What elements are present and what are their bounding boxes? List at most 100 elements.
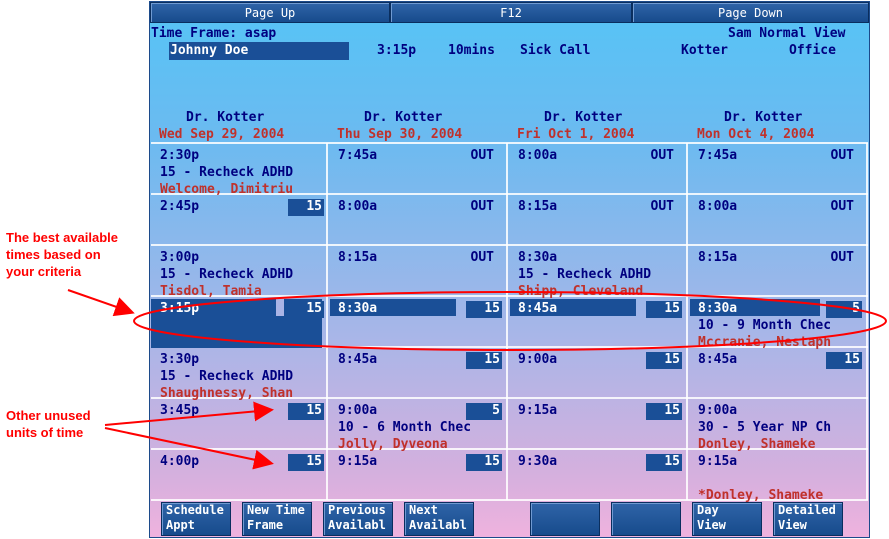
function-key-line: View (778, 518, 807, 532)
unit-count-badge: 5 (466, 403, 502, 420)
function-key-line: View (697, 518, 726, 532)
slot-time: 8:15a (338, 250, 378, 265)
top-toolbar: Page Up F12 Page Down (150, 2, 869, 23)
unit-count-badge: 15 (646, 301, 682, 318)
column-date: Wed Sep 29, 2004 (159, 127, 285, 142)
previous-available-button[interactable]: Previous Availabl (323, 502, 393, 536)
function-key-line: Day (697, 503, 719, 517)
blank-function-key[interactable] (611, 502, 681, 536)
slot-time: 3:15p (160, 301, 200, 316)
time-slot[interactable]: 8:15a OUT (688, 246, 866, 295)
annotation-line: your criteria (6, 264, 82, 279)
time-slot[interactable]: 8:15a OUT (328, 246, 506, 295)
slot-time: 8:45a (698, 352, 738, 367)
time-slot[interactable]: 7:45a OUT (328, 144, 506, 193)
time-slot[interactable]: 9:00a 30 - 5 Year NP Ch Donley, Shameke (688, 399, 866, 451)
annotation-line: units of time (6, 425, 84, 440)
patient-name-field[interactable]: Johnny Doe (169, 42, 349, 60)
slot-time: 8:00a (338, 199, 378, 214)
slot-time: 7:45a (338, 148, 378, 163)
time-slot[interactable]: 7:45a OUT (688, 144, 866, 193)
function-key-line: Appt (166, 518, 195, 532)
function-key-line: Frame (247, 518, 284, 532)
slot-time: 9:15a (338, 454, 378, 469)
annotation-unused-units: Other unused units of time (6, 407, 91, 441)
appointment-type: 10 - 9 Month Chec (698, 318, 832, 333)
slot-time: 8:30a (518, 250, 558, 265)
view-name-label: Sam Normal View (728, 26, 846, 41)
schedule-appt-button[interactable]: Schedule Appt (161, 502, 231, 536)
time-slot[interactable]: 4:00p 15 (150, 450, 328, 499)
function-key-line: Schedule (166, 503, 224, 517)
appointment-patient: Mccranie, Nestaph (698, 335, 832, 349)
slot-time: 8:30a (698, 301, 738, 316)
slot-status: OUT (830, 148, 854, 163)
next-available-button[interactable]: Next Availabl (404, 502, 474, 536)
slot-status: OUT (650, 199, 674, 214)
column-doctor: Dr. Kotter (724, 110, 803, 125)
slot-time: 8:00a (518, 148, 558, 163)
slot-status: OUT (470, 199, 494, 214)
request-duration: 10mins (448, 43, 495, 58)
slot-time: 8:00a (698, 199, 738, 214)
annotation-best-times: The best available times based on your c… (6, 229, 118, 280)
time-slot[interactable]: 8:00a OUT (328, 195, 506, 244)
request-provider: Kotter (681, 43, 728, 58)
slot-time: 9:15a (518, 403, 558, 418)
appointment-type: 15 - Recheck ADHD (160, 165, 294, 180)
unit-count-badge: 15 (466, 454, 502, 471)
time-slot[interactable]: 3:30p 15 - Recheck ADHD Shaughnessy, Shan (150, 348, 328, 400)
time-slot[interactable]: 9:15a 15 (508, 399, 686, 448)
slot-time: 3:45p (160, 403, 200, 418)
slot-time: 8:45a (518, 301, 558, 316)
time-slot[interactable]: 8:15a OUT (508, 195, 686, 244)
slot-time: 9:00a (518, 352, 558, 367)
page-up-button[interactable]: Page Up (150, 2, 390, 23)
time-slot[interactable]: 8:45a 15 (328, 348, 506, 397)
slot-separator (276, 299, 284, 316)
unit-count-badge: 15 (646, 352, 682, 369)
time-slot[interactable]: 8:00a OUT (508, 144, 686, 193)
function-key-line: Next (409, 503, 438, 517)
slot-time: 9:15a (698, 454, 738, 469)
new-time-frame-button[interactable]: New Time Frame (242, 502, 312, 536)
appointment-patient: Tisdol, Tamia (160, 284, 262, 298)
day-view-button[interactable]: Day View (692, 502, 762, 536)
appointment-patient: *Donley, Shameke (698, 488, 824, 502)
page-down-button[interactable]: Page Down (632, 2, 869, 23)
time-slot[interactable]: 2:45p 15 (150, 195, 328, 244)
detailed-view-button[interactable]: Detailed View (773, 502, 843, 536)
time-slot[interactable]: 2:30p 15 - Recheck ADHD Welcome, Dimitriu (150, 144, 328, 196)
unit-count-badge: 15 (826, 352, 862, 369)
appointment-type: 15 - Recheck ADHD (160, 267, 294, 282)
time-slot[interactable]: 8:00a OUT (688, 195, 866, 244)
blank-function-key[interactable] (530, 502, 600, 536)
slot-time: 4:00p (160, 454, 200, 469)
slot-time: 2:45p (160, 199, 200, 214)
time-slot[interactable]: 9:15a *Donley, Shameke (688, 450, 866, 502)
best-available-slot[interactable]: 3:15p 15 (150, 297, 328, 348)
time-slot[interactable]: 3:00p 15 - Recheck ADHD Tisdol, Tamia (150, 246, 328, 298)
time-slot[interactable]: 9:00a 5 10 - 6 Month Chec Jolly, Dyveona (328, 399, 506, 451)
best-available-slot[interactable]: 8:45a 15 (508, 297, 686, 346)
slot-time: 9:00a (698, 403, 738, 418)
f12-button[interactable]: F12 (390, 2, 632, 23)
slot-time: 9:30a (518, 454, 558, 469)
time-slot[interactable]: 8:45a 15 (688, 348, 866, 397)
function-key-line: Availabl (328, 518, 386, 532)
time-slot[interactable]: 8:30a 15 - Recheck ADHD Shipp, Cleveland (508, 246, 686, 298)
slot-status: OUT (830, 250, 854, 265)
time-slot[interactable]: 9:00a 15 (508, 348, 686, 397)
best-available-slot[interactable]: 8:30a 5 10 - 9 Month Chec Mccranie, Nestaph (688, 297, 866, 349)
slot-time: 8:15a (518, 199, 558, 214)
appointment-type: 15 - Recheck ADHD (160, 369, 294, 384)
appointment-type: 10 - 6 Month Chec (338, 420, 472, 435)
unit-count-badge: 15 (466, 301, 502, 318)
time-slot[interactable]: 9:15a 15 (328, 450, 506, 499)
unit-count-badge: 15 (288, 454, 324, 471)
time-slot[interactable]: 3:45p 15 (150, 399, 328, 448)
request-location: Office (789, 43, 836, 58)
appointment-type: 15 - Recheck ADHD (518, 267, 652, 282)
time-slot[interactable]: 9:30a 15 (508, 450, 686, 499)
best-available-slot[interactable]: 8:30a 15 (328, 297, 506, 346)
